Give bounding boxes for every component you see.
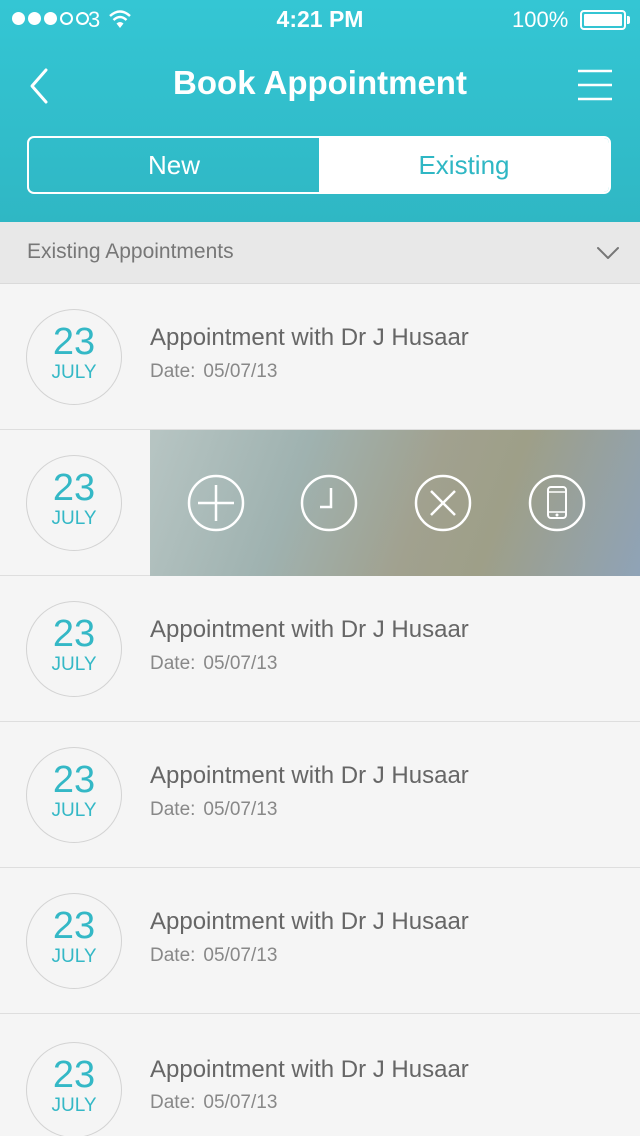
tab-new[interactable]: New xyxy=(29,138,319,192)
appointment-title: Appointment with Dr J Husaar xyxy=(150,908,469,935)
battery-icon xyxy=(580,10,626,30)
appointment-date: Date: 05/07/13 xyxy=(150,799,277,821)
swipe-action-panel xyxy=(150,430,640,576)
date-value: 05/07/13 xyxy=(203,361,278,382)
date-day: 23 xyxy=(52,613,96,655)
close-circle-icon[interactable] xyxy=(414,474,472,532)
date-badge: 23 JULY xyxy=(26,601,122,697)
appointment-row[interactable]: 23 JULY Appointment with Dr J Husaar Dat… xyxy=(0,576,640,722)
date-month: JULY xyxy=(51,654,97,675)
date-label: Date: xyxy=(150,1092,196,1113)
appointment-type-segmented-control: New Existing xyxy=(27,136,611,194)
battery-percentage: 100% xyxy=(512,7,569,32)
appointment-date: Date: 05/07/13 xyxy=(150,945,277,967)
appointment-row[interactable]: 23 JULY Appointment with Dr J Husaar Dat… xyxy=(0,1014,640,1136)
date-day: 23 xyxy=(52,759,96,801)
appointment-title: Appointment with Dr J Husaar xyxy=(150,1056,469,1083)
section-title: Existing Appointments xyxy=(27,240,234,263)
date-month: JULY xyxy=(51,1095,97,1116)
back-chevron-icon[interactable] xyxy=(22,64,56,108)
status-bar: 3 4:21 PM 100% xyxy=(0,0,640,40)
appointment-title: Appointment with Dr J Husaar xyxy=(150,324,469,351)
date-badge: 23 JULY xyxy=(26,893,122,989)
app-header: 3 4:21 PM 100% Book Appointment New Exis… xyxy=(0,0,640,222)
appointment-title: Appointment with Dr J Husaar xyxy=(150,762,469,789)
date-badge: 23 JULY xyxy=(26,455,122,551)
date-badge: 23 JULY xyxy=(26,747,122,843)
appointment-row[interactable]: 23 JULY Appointment with Dr J Husaar Dat… xyxy=(0,868,640,1014)
existing-appointments-dropdown[interactable]: Existing Appointments xyxy=(0,222,640,284)
appointment-row[interactable]: 23 JULY Appointment with Dr J Husaar Dat… xyxy=(0,722,640,868)
appointment-row[interactable]: 23 JULY Appointment with Dr J Husaar Dat… xyxy=(0,284,640,430)
date-month: JULY xyxy=(51,800,97,821)
date-value: 05/07/13 xyxy=(203,653,278,674)
clock-icon[interactable] xyxy=(300,474,358,532)
date-label: Date: xyxy=(150,799,196,820)
date-month: JULY xyxy=(51,508,97,529)
date-month: JULY xyxy=(51,362,97,383)
appointment-row-swiped[interactable]: 23 JULY xyxy=(0,430,640,576)
date-value: 05/07/13 xyxy=(203,1092,278,1113)
appointment-title: Appointment with Dr J Husaar xyxy=(150,616,469,643)
date-label: Date: xyxy=(150,945,196,966)
phone-icon[interactable] xyxy=(528,474,586,532)
tab-existing[interactable]: Existing xyxy=(319,138,609,192)
appointment-date: Date: 05/07/13 xyxy=(150,1092,277,1114)
date-value: 05/07/13 xyxy=(203,945,278,966)
date-badge: 23 JULY xyxy=(26,1042,122,1136)
date-day: 23 xyxy=(52,905,96,947)
appointment-date: Date: 05/07/13 xyxy=(150,653,277,675)
plus-circle-icon[interactable] xyxy=(187,474,245,532)
date-day: 23 xyxy=(52,467,96,509)
page-title: Book Appointment xyxy=(173,64,467,101)
date-label: Date: xyxy=(150,361,196,382)
date-month: JULY xyxy=(51,946,97,967)
date-label: Date: xyxy=(150,653,196,674)
chevron-down-icon[interactable] xyxy=(596,246,620,260)
date-badge: 23 JULY xyxy=(26,309,122,405)
date-value: 05/07/13 xyxy=(203,799,278,820)
date-day: 23 xyxy=(52,1054,96,1096)
hamburger-menu-icon[interactable] xyxy=(576,66,614,104)
appointment-date: Date: 05/07/13 xyxy=(150,361,277,383)
date-day: 23 xyxy=(52,321,96,363)
battery-tip xyxy=(627,16,630,24)
